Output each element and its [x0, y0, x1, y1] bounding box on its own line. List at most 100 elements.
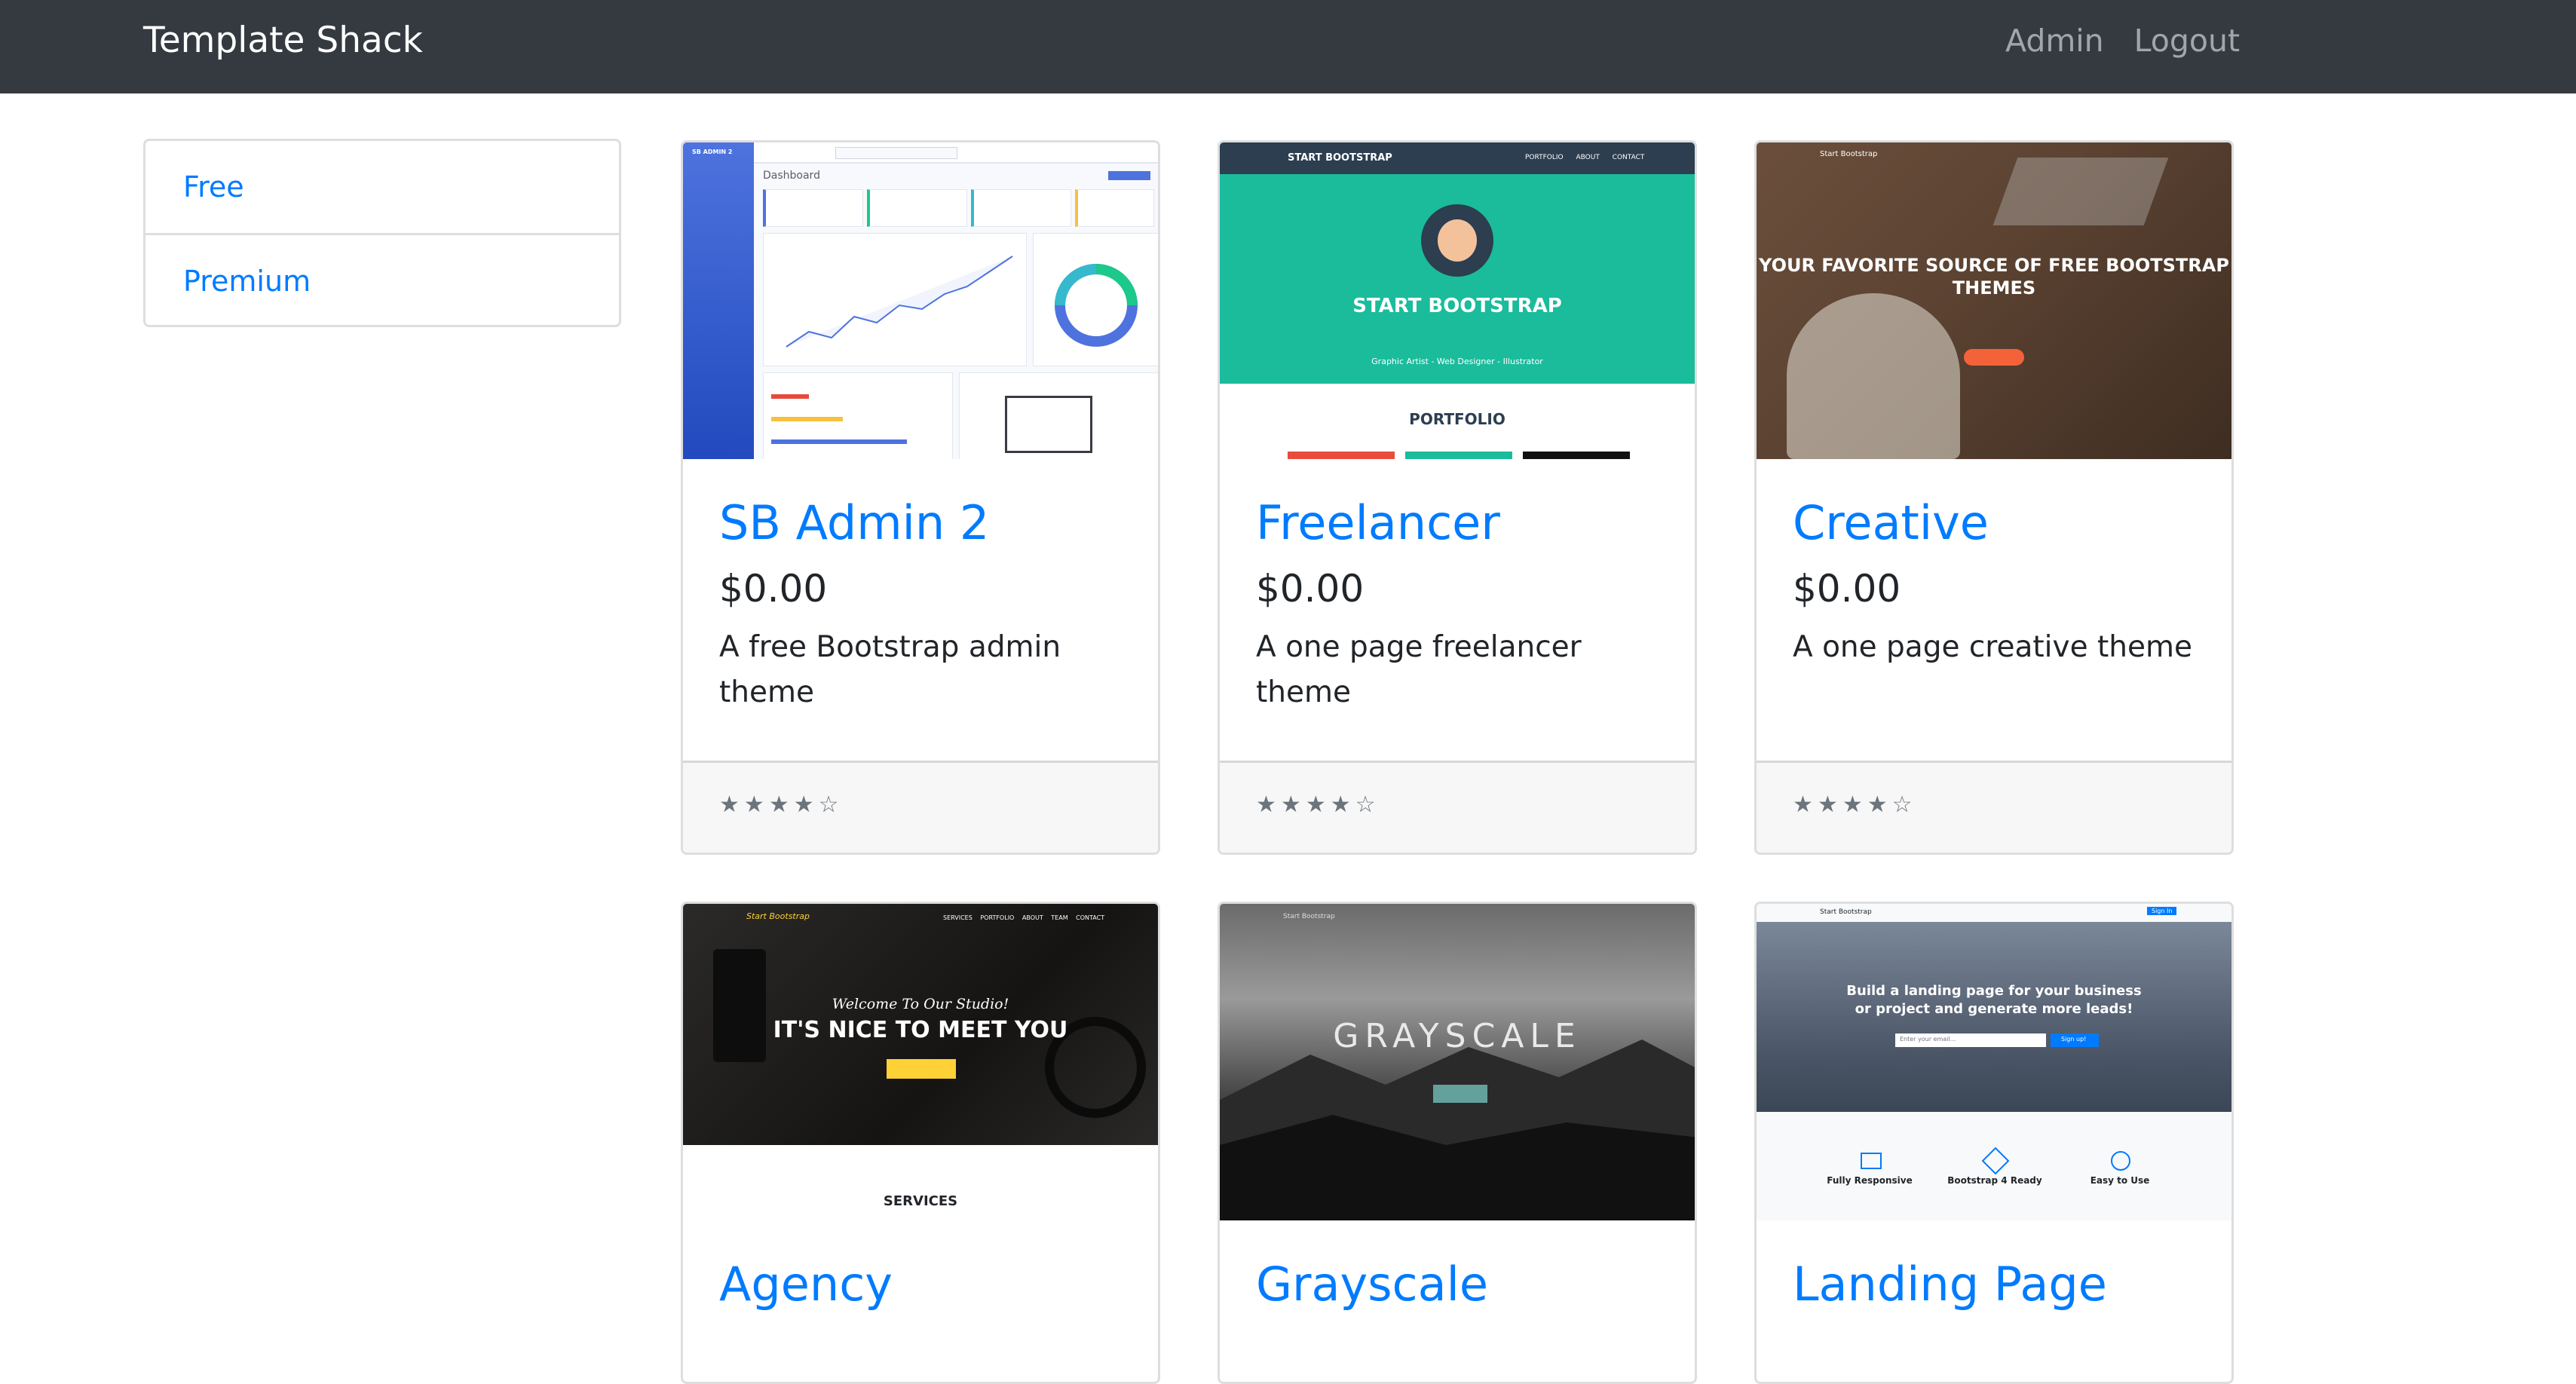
product-card: Start Bootstrap YOUR FAVORITE SOURCE OF …	[1754, 140, 2234, 855]
star-filled-icon: ★	[1330, 792, 1355, 818]
card-body: SB Admin 2 $0.00 A free Bootstrap admin …	[683, 495, 1158, 715]
thumb-laptop	[1992, 158, 2169, 225]
star-filled-icon: ★	[719, 792, 744, 818]
thumb-chart-panel	[763, 233, 1027, 366]
star-filled-icon: ★	[743, 792, 769, 818]
thumb-button	[1433, 1085, 1487, 1103]
thumb-topbar	[754, 142, 1158, 164]
thumb-feature: Bootstrap 4 Ready	[1947, 1175, 2042, 1186]
card-title-link[interactable]: Agency	[719, 1257, 1122, 1312]
product-thumbnail[interactable]: Start Bootstrap YOUR FAVORITE SOURCE OF …	[1757, 142, 2231, 459]
thumb-kpi	[971, 189, 1071, 227]
thumb-illustration-panel	[959, 372, 1158, 459]
card-body: Creative $0.00 A one page creative theme	[1757, 495, 2231, 670]
nav-links: Admin Logout	[2005, 23, 2240, 60]
star-filled-icon: ★	[1256, 792, 1281, 818]
thumb-text: SB ADMIN 2	[692, 149, 733, 155]
thumb-chair	[1787, 293, 1960, 459]
nav-logout-link[interactable]: Logout	[2134, 23, 2240, 60]
brand-link[interactable]: Template Shack	[143, 20, 423, 62]
thumb-text: Sign up!	[2061, 1036, 2087, 1043]
thumb-section-title: PORTFOLIO	[1409, 410, 1505, 428]
thumb-title: GRAYSCALE	[1333, 1017, 1582, 1055]
thumb-text: Start Bootstrap	[1820, 908, 1872, 916]
star-filled-icon: ★	[1867, 792, 1892, 818]
card-title-link[interactable]: Grayscale	[1256, 1257, 1659, 1312]
thumb-progress	[771, 439, 907, 444]
thumb-text: Start Bootstrap	[746, 911, 810, 921]
card-body: Grayscale	[1220, 1257, 1695, 1312]
thumb-text: Sign In	[2147, 907, 2177, 915]
star-filled-icon: ★	[1817, 792, 1842, 818]
card-body: Agency	[683, 1257, 1158, 1312]
thumb-welcome: Welcome To Our Studio!	[832, 996, 1009, 1012]
card-title-link[interactable]: Landing Page	[1793, 1257, 2195, 1312]
category-premium[interactable]: Premium	[145, 233, 619, 325]
star-empty-icon: ☆	[1355, 792, 1380, 818]
thumb-text: PORTFOLIO ABOUT CONTACT	[1525, 154, 1645, 161]
category-free[interactable]: Free	[145, 141, 619, 233]
card-title-link[interactable]: SB Admin 2	[719, 495, 1122, 551]
thumb-heading: Dashboard	[763, 170, 820, 182]
category-list: Free Premium	[143, 139, 621, 327]
product-card: START BOOTSTRAP PORTFOLIO ABOUT CONTACT …	[1218, 140, 1697, 855]
card-title-link[interactable]: Creative	[1793, 495, 2195, 551]
thumb-kpi	[867, 189, 967, 227]
thumb-subtitle: Graphic Artist - Web Designer - Illustra…	[1371, 357, 1543, 366]
thumb-device	[1005, 396, 1092, 453]
thumb-button	[887, 1059, 956, 1079]
card-footer: ★★★★☆	[1757, 761, 2231, 853]
thumb-title: Build a landing page for your business o…	[1757, 982, 2231, 1018]
product-thumbnail[interactable]: Start Bootstrap Sign In Build a landing …	[1757, 904, 2231, 1220]
thumb-photo: Start Bootstrap SERVICES PORTFOLIO ABOUT…	[683, 904, 1158, 1145]
star-filled-icon: ★	[1793, 792, 1818, 818]
avatar-icon	[1421, 204, 1493, 277]
star-filled-icon: ★	[1305, 792, 1331, 818]
product-card: Start Bootstrap GRAYSCALE Grayscale	[1218, 902, 1697, 1384]
thumb-text: Start Bootstrap	[1820, 150, 1878, 158]
card-price: $0.00	[1793, 567, 1901, 611]
product-card: Start Bootstrap SERVICES PORTFOLIO ABOUT…	[681, 902, 1160, 1384]
layers-icon	[1981, 1147, 2010, 1175]
nav-admin-link[interactable]: Admin	[2005, 23, 2104, 60]
product-card: SB ADMIN 2 Dashboard SB Admin 2 $0.00 A …	[681, 140, 1160, 855]
card-title-link[interactable]: Freelancer	[1256, 495, 1659, 551]
check-circle-icon	[2111, 1151, 2130, 1171]
thumb-section-title: SERVICES	[883, 1193, 958, 1209]
star-filled-icon: ★	[793, 792, 819, 818]
thumb-title: IT'S NICE TO MEET YOU	[773, 1017, 1068, 1043]
thumb-text: START BOOTSTRAP	[1288, 152, 1392, 164]
product-thumbnail[interactable]: START BOOTSTRAP PORTFOLIO ABOUT CONTACT …	[1220, 142, 1695, 459]
product-thumbnail[interactable]: SB ADMIN 2 Dashboard	[683, 142, 1158, 459]
thumb-navbar: START BOOTSTRAP PORTFOLIO ABOUT CONTACT	[1220, 142, 1695, 174]
rating-stars: ★★★★☆	[1793, 792, 1917, 818]
thumb-search	[835, 147, 957, 159]
thumb-text: SERVICES PORTFOLIO ABOUT TEAM CONTACT	[943, 914, 1105, 921]
card-footer: ★★★★☆	[683, 761, 1158, 853]
star-filled-icon: ★	[768, 792, 794, 818]
thumb-donut-panel	[1033, 233, 1158, 366]
thumb-mountains	[1220, 1040, 1695, 1220]
avatar-face	[1438, 219, 1477, 262]
rating-stars: ★★★★☆	[719, 792, 844, 818]
card-description: A one page creative theme	[1793, 630, 2192, 665]
card-price: $0.00	[1256, 567, 1365, 611]
card-description: A free Bootstrap admin theme	[719, 630, 1061, 710]
rating-stars: ★★★★☆	[1256, 792, 1380, 818]
thumb-progress	[771, 417, 843, 421]
thumb-hero: START BOOTSTRAP Graphic Artist - Web Des…	[1220, 174, 1695, 384]
thumb-navbar: Start Bootstrap Sign In	[1757, 904, 2231, 922]
thumb-button: Sign up!	[2051, 1033, 2099, 1047]
thumb-feature: Fully Responsive	[1827, 1175, 1913, 1186]
card-body: Freelancer $0.00 A one page freelancer t…	[1220, 495, 1695, 715]
thumb-feature: Easy to Use	[2090, 1175, 2150, 1186]
thumb-input: Enter your email...	[1895, 1033, 2046, 1047]
product-thumbnail[interactable]: Start Bootstrap SERVICES PORTFOLIO ABOUT…	[683, 904, 1158, 1220]
thumb-title: YOUR FAVORITE SOURCE OF FREE BOOTSTRAP T…	[1759, 255, 2229, 299]
thumb-kpi	[763, 189, 863, 227]
card-price: $0.00	[719, 567, 828, 611]
card-footer: ★★★★☆	[1220, 761, 1695, 853]
product-thumbnail[interactable]: Start Bootstrap GRAYSCALE	[1220, 904, 1695, 1220]
thumb-bar	[1405, 452, 1512, 459]
card-description: A one page freelancer theme	[1256, 630, 1582, 710]
